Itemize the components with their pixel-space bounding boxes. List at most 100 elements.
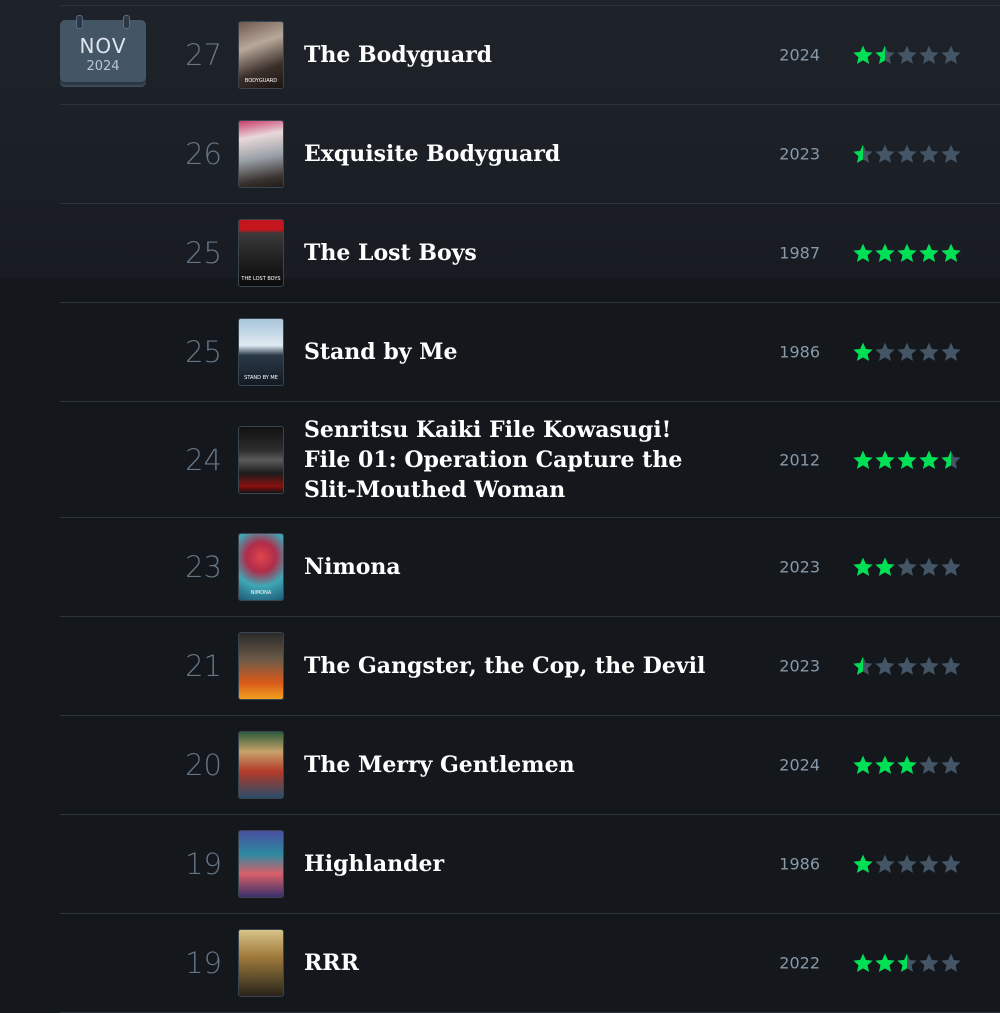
star-icon bbox=[875, 656, 895, 675]
release-year[interactable]: 2023 bbox=[760, 657, 820, 676]
star-icon bbox=[941, 243, 961, 262]
calendar-badge[interactable]: NOV 2024 bbox=[60, 15, 146, 86]
star-icon bbox=[875, 243, 895, 262]
star-icon bbox=[919, 854, 939, 873]
star-icon bbox=[919, 45, 939, 64]
diary-row: 19 Highlander 1986 bbox=[60, 815, 1000, 914]
film-poster[interactable]: STAND BY ME bbox=[238, 318, 284, 386]
calendar-ring-icon bbox=[123, 15, 130, 29]
poster-caption: THE LOST BOYS bbox=[241, 275, 281, 282]
star-rating bbox=[852, 853, 962, 875]
star-icon bbox=[897, 144, 917, 163]
star-icon bbox=[919, 953, 939, 972]
diary-day[interactable]: 20 bbox=[172, 748, 222, 782]
release-year[interactable]: 2012 bbox=[760, 450, 820, 469]
star-icon bbox=[875, 953, 895, 972]
diary-row: 21 The Gangster, the Cop, the Devil 2023 bbox=[60, 617, 1000, 716]
star-icon bbox=[919, 656, 939, 675]
star-icon bbox=[897, 755, 917, 774]
film-title[interactable]: Exquisite Bodyguard bbox=[304, 139, 724, 169]
star-rating bbox=[852, 449, 962, 471]
release-year[interactable]: 2024 bbox=[760, 46, 820, 65]
star-icon bbox=[875, 144, 895, 163]
diary-day[interactable]: 19 bbox=[172, 847, 222, 881]
star-icon bbox=[941, 656, 961, 675]
film-title[interactable]: Stand by Me bbox=[304, 337, 724, 367]
star-icon bbox=[875, 755, 895, 774]
film-title[interactable]: Senritsu Kaiki File Kowasugi! File 01: O… bbox=[304, 415, 724, 505]
film-poster[interactable] bbox=[238, 425, 284, 494]
film-poster[interactable] bbox=[238, 120, 284, 188]
release-year[interactable]: 1986 bbox=[760, 855, 820, 874]
film-title[interactable]: The Merry Gentlemen bbox=[304, 750, 724, 780]
star-icon bbox=[875, 854, 895, 873]
star-icon bbox=[919, 755, 939, 774]
star-rating bbox=[852, 143, 962, 165]
diary-row: 25 THE LOST BOYS The Lost Boys 1987 bbox=[60, 204, 1000, 303]
film-title[interactable]: RRR bbox=[304, 948, 724, 978]
film-title[interactable]: The Lost Boys bbox=[304, 238, 724, 268]
star-icon bbox=[941, 854, 961, 873]
star-icon bbox=[897, 45, 917, 64]
poster-caption: BODYGUARD bbox=[244, 77, 278, 84]
star-rating bbox=[852, 655, 962, 677]
release-year[interactable]: 1987 bbox=[760, 244, 820, 263]
diary-day[interactable]: 25 bbox=[172, 236, 222, 270]
diary-row: 25 STAND BY ME Stand by Me 1986 bbox=[60, 303, 1000, 402]
diary-row: 19 RRR 2022 bbox=[60, 914, 1000, 1013]
film-title[interactable]: The Bodyguard bbox=[304, 40, 724, 70]
diary-day[interactable]: 26 bbox=[172, 137, 222, 171]
star-icon bbox=[941, 45, 961, 64]
star-icon bbox=[941, 144, 961, 163]
star-icon bbox=[897, 854, 917, 873]
film-poster[interactable]: BODYGUARD bbox=[238, 21, 284, 89]
diary-day[interactable]: 21 bbox=[172, 649, 222, 683]
film-title[interactable]: Highlander bbox=[304, 849, 724, 879]
diary-day[interactable]: 27 bbox=[172, 38, 222, 72]
star-icon bbox=[897, 450, 917, 469]
release-year[interactable]: 2024 bbox=[760, 756, 820, 775]
diary-day[interactable]: 24 bbox=[172, 443, 222, 477]
star-rating bbox=[852, 341, 962, 363]
film-poster[interactable] bbox=[238, 632, 284, 700]
star-icon bbox=[941, 342, 961, 361]
diary-row: 20 The Merry Gentlemen 2024 bbox=[60, 716, 1000, 815]
release-year[interactable]: 1986 bbox=[760, 343, 820, 362]
diary-row: 26 Exquisite Bodyguard 2023 bbox=[60, 105, 1000, 204]
star-icon bbox=[897, 953, 917, 972]
star-icon bbox=[897, 243, 917, 262]
star-icon bbox=[853, 656, 873, 675]
diary-day[interactable]: 19 bbox=[172, 946, 222, 980]
calendar-ring-icon bbox=[76, 15, 83, 29]
poster-caption: NIMONA bbox=[250, 589, 272, 596]
film-title[interactable]: Nimona bbox=[304, 552, 724, 582]
star-rating bbox=[852, 556, 962, 578]
diary-day[interactable]: 23 bbox=[172, 550, 222, 584]
film-title[interactable]: The Gangster, the Cop, the Devil bbox=[304, 651, 724, 681]
diary-list: NOV 2024 27 BODYGUARD The Bodyguard 2024… bbox=[60, 5, 1000, 1013]
star-icon bbox=[919, 243, 939, 262]
calendar-year: 2024 bbox=[86, 59, 120, 74]
star-icon bbox=[941, 953, 961, 972]
release-year[interactable]: 2023 bbox=[760, 145, 820, 164]
star-icon bbox=[853, 342, 873, 361]
star-icon bbox=[853, 854, 873, 873]
star-icon bbox=[919, 557, 939, 576]
star-icon bbox=[941, 557, 961, 576]
release-year[interactable]: 2022 bbox=[760, 954, 820, 973]
film-poster[interactable] bbox=[238, 830, 284, 898]
star-icon bbox=[853, 450, 873, 469]
release-year[interactable]: 2023 bbox=[760, 558, 820, 577]
star-icon bbox=[919, 342, 939, 361]
film-poster[interactable] bbox=[238, 929, 284, 997]
film-poster[interactable]: NIMONA bbox=[238, 533, 284, 601]
star-icon bbox=[853, 144, 873, 163]
star-rating bbox=[852, 754, 962, 776]
star-icon bbox=[875, 557, 895, 576]
star-icon bbox=[941, 450, 961, 469]
film-poster[interactable] bbox=[238, 731, 284, 799]
star-icon bbox=[919, 144, 939, 163]
star-icon bbox=[853, 243, 873, 262]
diary-day[interactable]: 25 bbox=[172, 335, 222, 369]
film-poster[interactable]: THE LOST BOYS bbox=[238, 219, 284, 287]
